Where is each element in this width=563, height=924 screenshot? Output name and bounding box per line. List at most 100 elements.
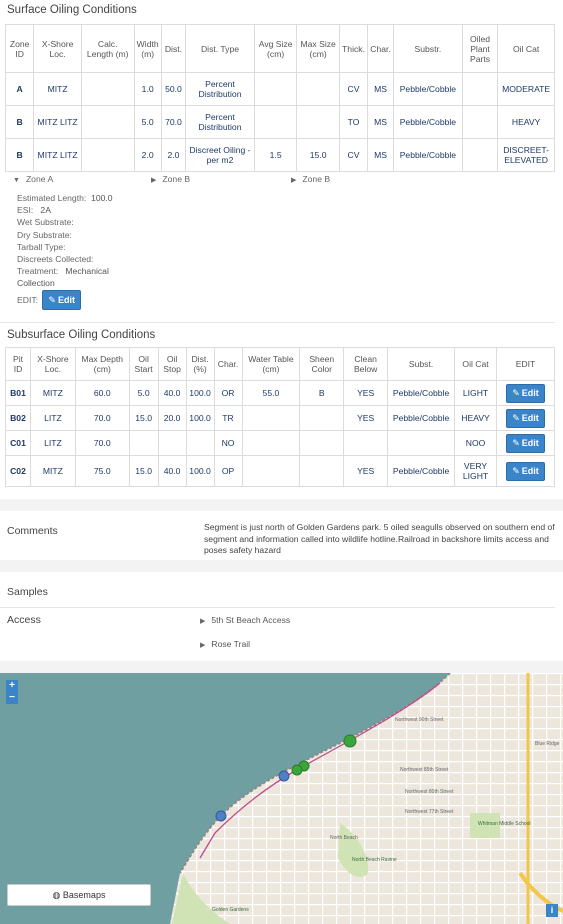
area-label: North Beach bbox=[330, 835, 358, 841]
table-cell: TO bbox=[338, 105, 369, 139]
table-cell: MITZ LITZ bbox=[33, 105, 82, 139]
triangle-right-icon: ▶ bbox=[200, 642, 206, 649]
table-cell: MS bbox=[367, 138, 394, 172]
blue-marker[interactable] bbox=[215, 810, 227, 822]
edit-button-label: Edit bbox=[521, 387, 539, 398]
table-cell bbox=[128, 430, 159, 456]
dry-substrate-label: Dry Substrate: bbox=[17, 229, 72, 240]
edit-icon: ✎ bbox=[512, 412, 520, 423]
table-cell: 5.0 bbox=[128, 380, 159, 406]
subsurface-column-header: Oil Start bbox=[128, 347, 159, 381]
edit-icon: ✎ bbox=[512, 465, 520, 476]
pit-edit-button[interactable]: ✎ Edit bbox=[506, 461, 545, 481]
table-cell: MITZ bbox=[29, 455, 76, 487]
edit-button-label: Edit bbox=[521, 465, 539, 476]
table-cell: YES bbox=[343, 380, 389, 406]
table-cell: B bbox=[4, 138, 35, 172]
basemaps-button[interactable]: ◍ Basemaps bbox=[7, 884, 151, 906]
access-item[interactable]: ▶ Rose Trail bbox=[200, 639, 250, 649]
table-cell bbox=[80, 72, 135, 106]
table-cell: 75.0 bbox=[74, 455, 130, 487]
table-cell: B bbox=[299, 380, 345, 406]
table-cell: CV bbox=[338, 138, 369, 172]
table-row: B MITZ LITZ 2.0 2.0 Discreet Oiling - per m2… bbox=[4, 138, 555, 172]
surface-column-header: Char. bbox=[367, 24, 394, 73]
table-cell bbox=[461, 105, 499, 139]
zoom-in-button[interactable]: + bbox=[6, 680, 18, 692]
street-label: Northwest 90th Street bbox=[395, 717, 444, 723]
table-cell: 100.0 bbox=[185, 405, 215, 431]
subsurface-column-header: Char. bbox=[213, 347, 243, 381]
treatment-label: Treatment: bbox=[17, 266, 59, 277]
table-cell: DISCREET-ELEVATED bbox=[497, 138, 555, 172]
zoom-out-button[interactable]: − bbox=[6, 692, 18, 704]
section-separator bbox=[0, 499, 563, 511]
table-cell: Discreet Oiling - per m2 bbox=[185, 138, 255, 172]
triangle-right-icon: ▶ bbox=[151, 177, 157, 184]
subsurface-column-header: X-Shore Loc. bbox=[29, 347, 76, 381]
table-cell bbox=[80, 138, 135, 172]
map-info-button[interactable]: i bbox=[546, 904, 558, 917]
table-cell: 40.0 bbox=[157, 455, 187, 487]
table-row: B01 MITZ 60.0 5.0 40.0 100.0 OR 55.0 B YES Pebble/… bbox=[5, 380, 555, 406]
edit-icon: ✎ bbox=[512, 387, 520, 398]
table-cell: A bbox=[4, 72, 35, 106]
table-cell: MODERATE bbox=[497, 72, 555, 106]
table-cell bbox=[253, 72, 298, 106]
table-cell: 1.0 bbox=[133, 72, 162, 106]
zone-edit-button[interactable]: ✎ Edit bbox=[42, 289, 81, 310]
area-label: Blue Ridge bbox=[535, 741, 560, 747]
table-cell bbox=[80, 105, 135, 139]
table-cell: 5.0 bbox=[133, 105, 162, 139]
table-cell: C01 bbox=[5, 430, 31, 456]
surface-column-header: Substr. bbox=[392, 24, 463, 73]
table-cell: LITZ bbox=[29, 405, 76, 431]
blue-marker[interactable] bbox=[278, 770, 290, 782]
table-cell: NOO bbox=[454, 430, 497, 456]
table-cell: Pebble/Cobble bbox=[392, 72, 463, 106]
esi-label: ESI: bbox=[17, 205, 34, 216]
zone-tab-b-2[interactable]: ▶ Zone B bbox=[291, 174, 330, 184]
table-cell: Pebble/Cobble bbox=[392, 138, 463, 172]
zone-tab-b[interactable]: ▶ Zone B bbox=[151, 174, 190, 184]
table-cell bbox=[299, 455, 345, 487]
table-cell: 2.0 bbox=[160, 138, 187, 172]
subsurface-oiling-table: Pit ID X-Shore Loc. Max Depth (cm) Oil Star… bbox=[5, 347, 555, 487]
green-marker[interactable] bbox=[291, 764, 303, 776]
table-cell: 70.0 bbox=[74, 430, 130, 456]
pit-edit-button[interactable]: ✎ Edit bbox=[506, 383, 545, 403]
subsurface-column-header: Oil Stop bbox=[157, 347, 187, 381]
green-marker[interactable] bbox=[343, 734, 357, 748]
table-cell: C02 bbox=[5, 455, 31, 487]
surface-column-header: Max Size (cm) bbox=[296, 24, 340, 73]
table-cell: 60.0 bbox=[74, 380, 130, 406]
table-cell: MITZ LITZ bbox=[33, 138, 82, 172]
access-item[interactable]: ▶ 5th St Beach Access bbox=[200, 615, 290, 625]
table-row: A MITZ 1.0 50.0 Percent Distribution CV MS Pebb… bbox=[4, 72, 555, 106]
table-cell: 15.0 bbox=[128, 405, 159, 431]
pit-edit-button[interactable]: ✎ Edit bbox=[506, 408, 545, 428]
table-cell: Pebble/Cobble bbox=[387, 405, 456, 431]
table-cell: YES bbox=[343, 455, 389, 487]
table-cell: NO bbox=[213, 430, 243, 456]
table-cell: LITZ bbox=[29, 430, 76, 456]
estimated-length-value: 100.0 bbox=[91, 193, 113, 203]
table-cell: Pebble/Cobble bbox=[392, 105, 463, 139]
edit-cell: ✎ Edit bbox=[496, 455, 555, 487]
triangle-down-icon: ▼ bbox=[13, 177, 20, 184]
edit-cell: ✎ Edit bbox=[496, 405, 555, 431]
edit-cell: ✎ Edit bbox=[496, 430, 555, 456]
table-cell: Pebble/Cobble bbox=[387, 455, 456, 487]
table-row: C01 LITZ 70.0 NO NOO ✎ Edit bbox=[5, 430, 555, 456]
estimated-length-label: Estimated Length: bbox=[17, 193, 87, 203]
table-cell: 15.0 bbox=[128, 455, 159, 487]
edit-cell: ✎ Edit bbox=[496, 380, 555, 406]
table-cell: 40.0 bbox=[157, 380, 187, 406]
pit-edit-button[interactable]: ✎ Edit bbox=[506, 433, 545, 453]
zone-tab-a[interactable]: ▼ Zone A bbox=[13, 174, 53, 184]
table-cell: 100.0 bbox=[185, 455, 215, 487]
table-cell: OP bbox=[213, 455, 243, 487]
park-label: Golden Gardens bbox=[212, 907, 249, 913]
table-cell bbox=[296, 72, 340, 106]
surface-column-header: Dist. bbox=[160, 24, 187, 73]
